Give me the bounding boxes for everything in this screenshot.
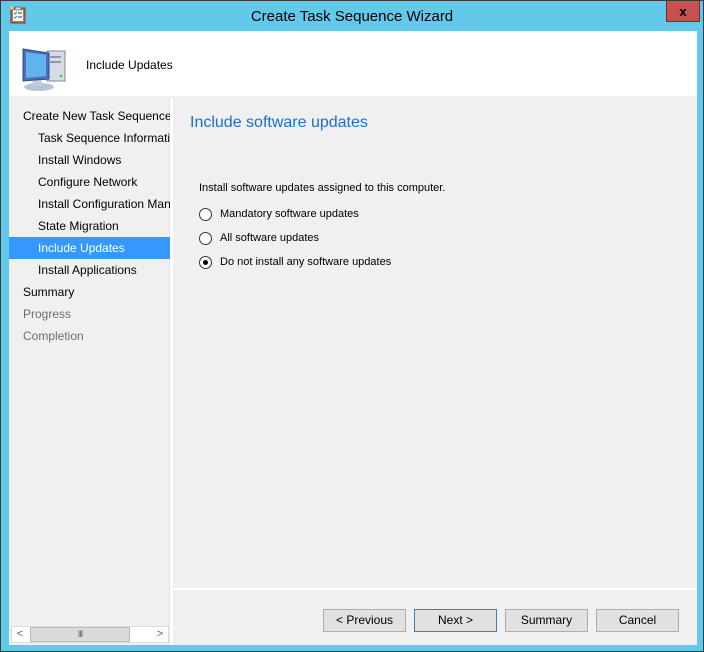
previous-button[interactable]: < Previous [323,609,406,632]
nav-item-include-updates[interactable]: Include Updates [9,237,170,259]
header-title: Include Updates [86,58,173,72]
footer-divider [173,588,697,590]
nav-item-create-new-task-sequence[interactable]: Create New Task Sequence [9,105,170,127]
nav-item-install-applications[interactable]: Install Applications [9,259,170,281]
wizard-navigation: Create New Task Sequence Task Sequence I… [9,98,170,645]
radio-button-checked[interactable] [199,255,212,269]
radio-option-all[interactable]: All software updates [199,230,319,246]
close-icon: x [679,3,687,19]
radio-label[interactable]: Do not install any software updates [220,256,391,268]
computer-icon [22,48,66,91]
nav-item-summary[interactable]: Summary [9,281,170,303]
nav-item-task-sequence-information[interactable]: Task Sequence Information [9,127,170,149]
page-title: Include software updates [190,114,368,131]
scrollbar-thumb[interactable]: III [30,627,130,642]
wizard-window: Create Task Sequence Wizard x Include Up… [0,0,704,652]
nav-item-configure-network[interactable]: Configure Network [9,171,170,193]
wizard-header: Include Updates [9,31,697,96]
wizard-page-content: Include software updates Install softwar… [173,98,697,588]
cancel-button[interactable]: Cancel [596,609,679,632]
scroll-left-button[interactable]: < [12,627,28,642]
nav-item-install-configuration-manager[interactable]: Install Configuration Manager [9,193,170,215]
nav-item-progress: Progress [23,307,72,321]
instruction-text: Install software updates assigned to thi… [199,182,446,194]
radio-label[interactable]: All software updates [220,232,319,244]
radio-button[interactable] [199,231,212,245]
radio-option-mandatory[interactable]: Mandatory software updates [199,206,359,222]
nav-item-state-migration[interactable]: State Migration [9,215,170,237]
radio-button[interactable] [199,207,212,221]
scroll-right-button[interactable]: > [152,627,168,642]
nav-item-completion: Completion [23,329,84,343]
window-title: Create Task Sequence Wizard [250,8,454,25]
next-button[interactable]: Next > [414,609,497,632]
close-button[interactable]: x [666,1,700,22]
radio-option-do-not-install[interactable]: Do not install any software updates [199,254,391,270]
radio-label[interactable]: Mandatory software updates [220,208,359,220]
nav-item-install-windows[interactable]: Install Windows [9,149,170,171]
title-bar[interactable]: Create Task Sequence Wizard x [1,1,703,31]
wizard-client-area: Include Updates Create New Task Sequence… [9,31,697,645]
horizontal-scrollbar[interactable]: < III > [11,626,169,643]
summary-button[interactable]: Summary [505,609,588,632]
